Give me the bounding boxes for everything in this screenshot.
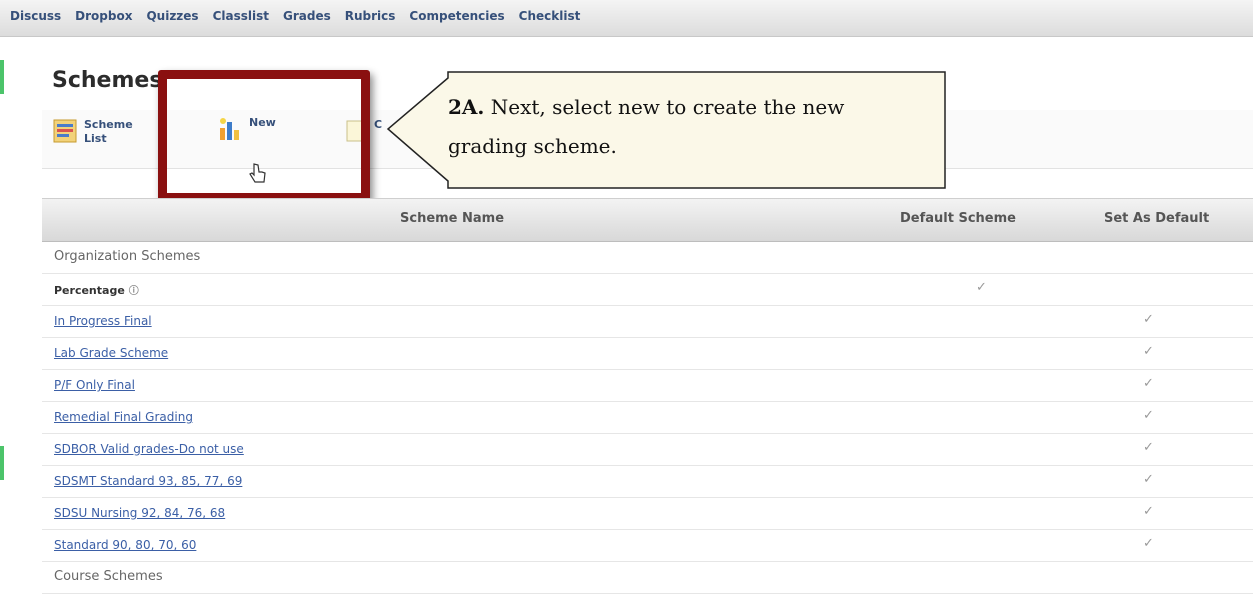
- scheme-name-text: Lab Grade Scheme: [54, 346, 169, 360]
- nav-link-dropbox[interactable]: Dropbox: [75, 9, 132, 23]
- table-header: Scheme Name Default Scheme Set As Defaul…: [42, 198, 1253, 242]
- header-set-as-default: Set As Default: [1104, 211, 1210, 226]
- scheme-name-text: SDBOR Valid grades-Do not use: [54, 442, 244, 456]
- nav-link-competencies[interactable]: Competencies: [409, 9, 504, 23]
- scheme-name-link[interactable]: Standard 90, 80, 70, 60: [54, 538, 196, 552]
- header-scheme-name: Scheme Name: [400, 211, 505, 226]
- set-default-checkmark-icon[interactable]: ✓: [1143, 312, 1154, 327]
- table-rows: Percentage ⓘ ✓ In Progress Final ✓ Lab Grade …: [42, 274, 1253, 562]
- scheme-name-text: In Progress Final: [54, 314, 152, 328]
- scheme-name-link[interactable]: Lab Grade Scheme: [54, 346, 168, 360]
- set-default-checkmark-icon[interactable]: ✓: [1143, 408, 1154, 423]
- table-row: SDSMT Standard 93, 85, 77, 69 ✓: [42, 466, 1253, 498]
- section-label: Course Schemes: [54, 569, 163, 584]
- scheme-name-text: Percentage: [54, 284, 125, 297]
- scheme-name-text: P/F Only Final: [54, 378, 135, 392]
- table-row: SDBOR Valid grades-Do not use ✓: [42, 434, 1253, 466]
- section-label: Organization Schemes: [54, 249, 201, 264]
- default-checkmark-icon: ✓: [976, 280, 987, 295]
- table-row: P/F Only Final ✓: [42, 370, 1253, 402]
- table-row: Lab Grade Scheme ✓: [42, 338, 1253, 370]
- callout-step-label: 2A.: [448, 95, 485, 119]
- scheme-name-link[interactable]: SDBOR Valid grades-Do not use: [54, 442, 244, 456]
- highlight-frame: [158, 70, 370, 202]
- schemes-table: Scheme Name Default Scheme Set As Defaul…: [42, 198, 1253, 594]
- page-title: Schemes: [52, 68, 163, 93]
- header-default-scheme: Default Scheme: [900, 211, 1016, 226]
- set-default-checkmark-icon[interactable]: ✓: [1143, 472, 1154, 487]
- left-accent-bar: [0, 446, 4, 480]
- set-default-checkmark-icon[interactable]: ✓: [1143, 376, 1154, 391]
- scheme-name-text: Standard 90, 80, 70, 60: [54, 538, 197, 552]
- scheme-name-link[interactable]: SDSMT Standard 93, 85, 77, 69: [54, 474, 242, 488]
- scheme-name-link[interactable]: In Progress Final: [54, 314, 152, 328]
- scheme-name-link[interactable]: Remedial Final Grading: [54, 410, 193, 424]
- scheme-name-link[interactable]: P/F Only Final: [54, 378, 135, 392]
- nav-items: Discuss Dropbox Quizzes Classlist Grades Rubr…: [0, 9, 584, 23]
- top-navigation-bar: Discuss Dropbox Quizzes Classlist Grades Rubr…: [0, 0, 1253, 37]
- nav-link-discuss[interactable]: Discuss: [10, 9, 61, 23]
- table-row: Standard 90, 80, 70, 60 ✓: [42, 530, 1253, 562]
- table-row: Remedial Final Grading ✓: [42, 402, 1253, 434]
- callout-message: Next, select new to create the new gradi…: [448, 95, 845, 158]
- scheme-list-button[interactable]: Scheme List: [52, 118, 133, 146]
- set-default-checkmark-icon[interactable]: ✓: [1143, 440, 1154, 455]
- left-accent-bar: [0, 60, 4, 94]
- table-row: In Progress Final ✓: [42, 306, 1253, 338]
- set-default-checkmark-icon[interactable]: ✓: [1143, 536, 1154, 551]
- nav-link-classlist[interactable]: Classlist: [213, 9, 269, 23]
- nav-link-checklist[interactable]: Checklist: [519, 9, 581, 23]
- scheme-name-link[interactable]: SDSU Nursing 92, 84, 76, 68: [54, 506, 225, 520]
- scheme-name: Percentage ⓘ: [54, 282, 139, 297]
- set-default-checkmark-icon[interactable]: ✓: [1143, 504, 1154, 519]
- table-row: Percentage ⓘ ✓: [42, 274, 1253, 306]
- scheme-name-text: SDSMT Standard 93, 85, 77, 69: [54, 474, 243, 488]
- table-row: SDSU Nursing 92, 84, 76, 68 ✓: [42, 498, 1253, 530]
- scheme-name-text: SDSU Nursing 92, 84, 76, 68: [54, 506, 226, 520]
- info-icon[interactable]: ⓘ: [129, 286, 139, 297]
- section-course-schemes: Course Schemes: [42, 562, 1253, 594]
- nav-link-grades[interactable]: Grades: [283, 9, 331, 23]
- callout-text: 2A. Next, select new to create the new g…: [448, 88, 928, 166]
- nav-link-rubrics[interactable]: Rubrics: [345, 9, 396, 23]
- section-organization-schemes: Organization Schemes: [42, 242, 1253, 274]
- scheme-list-label: Scheme List: [84, 118, 133, 145]
- scheme-list-icon: [53, 119, 77, 143]
- scheme-name-text: Remedial Final Grading: [54, 410, 193, 424]
- nav-link-quizzes[interactable]: Quizzes: [146, 9, 198, 23]
- set-default-checkmark-icon[interactable]: ✓: [1143, 344, 1154, 359]
